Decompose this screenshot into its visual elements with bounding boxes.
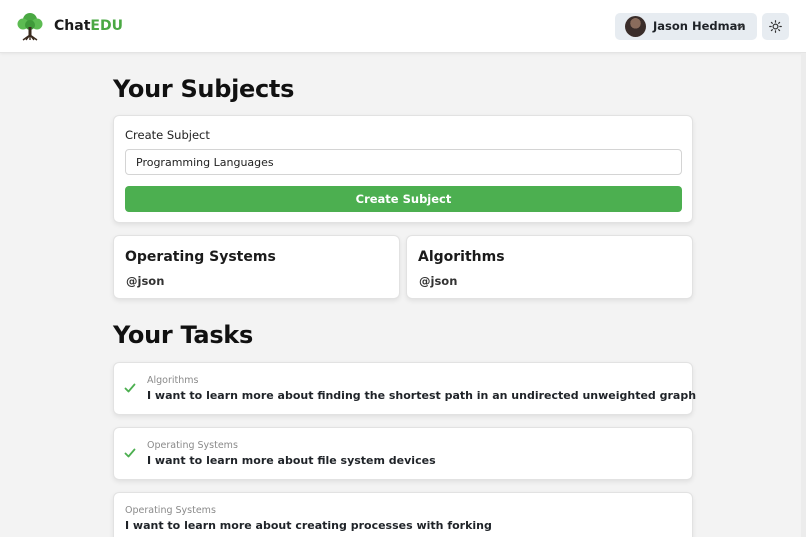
subject-name-input[interactable] xyxy=(125,149,682,175)
subject-card-title: Operating Systems xyxy=(125,249,276,265)
task-subject: Algorithms xyxy=(147,375,199,386)
tree-logo-icon[interactable] xyxy=(16,11,44,41)
create-subject-label: Create Subject xyxy=(125,128,210,142)
subject-card[interactable]: Operating Systems @json xyxy=(113,235,400,299)
brand-name[interactable]: ChatEDU xyxy=(54,18,123,34)
check-icon[interactable] xyxy=(124,382,136,394)
subjects-heading: Your Subjects xyxy=(113,75,295,103)
task-text: I want to learn more about finding the s… xyxy=(147,389,697,402)
task-subject: Operating Systems xyxy=(125,505,216,516)
top-navbar: ChatEDU Jason Hedman xyxy=(0,0,806,53)
avatar xyxy=(625,16,646,37)
brand-suffix: EDU xyxy=(90,18,123,34)
create-subject-card: Create Subject Create Subject xyxy=(113,115,693,223)
subject-card[interactable]: Algorithms @json xyxy=(406,235,693,299)
task-subject: Operating Systems xyxy=(147,440,238,451)
task-item[interactable]: Operating Systems I want to learn more a… xyxy=(113,492,693,537)
task-item[interactable]: Algorithms I want to learn more about fi… xyxy=(113,362,697,415)
sun-icon xyxy=(769,20,782,33)
brand-prefix: Chat xyxy=(54,18,91,34)
user-name: Jason Hedman xyxy=(653,19,746,33)
subject-card-title: Algorithms xyxy=(418,249,505,265)
subject-card-owner: @json xyxy=(419,274,458,288)
subject-card-owner: @json xyxy=(126,274,165,288)
task-text: I want to learn more about file system d… xyxy=(147,454,436,467)
task-text: I want to learn more about creating proc… xyxy=(125,519,492,532)
page-scrollbar[interactable] xyxy=(801,53,806,537)
chevron-down-icon xyxy=(737,24,744,29)
theme-toggle-button[interactable] xyxy=(762,13,789,40)
tasks-heading: Your Tasks xyxy=(113,321,253,349)
user-menu-button[interactable]: Jason Hedman xyxy=(615,13,757,40)
check-icon[interactable] xyxy=(124,447,136,459)
create-subject-button[interactable]: Create Subject xyxy=(125,186,682,212)
task-item[interactable]: Operating Systems I want to learn more a… xyxy=(113,427,693,480)
